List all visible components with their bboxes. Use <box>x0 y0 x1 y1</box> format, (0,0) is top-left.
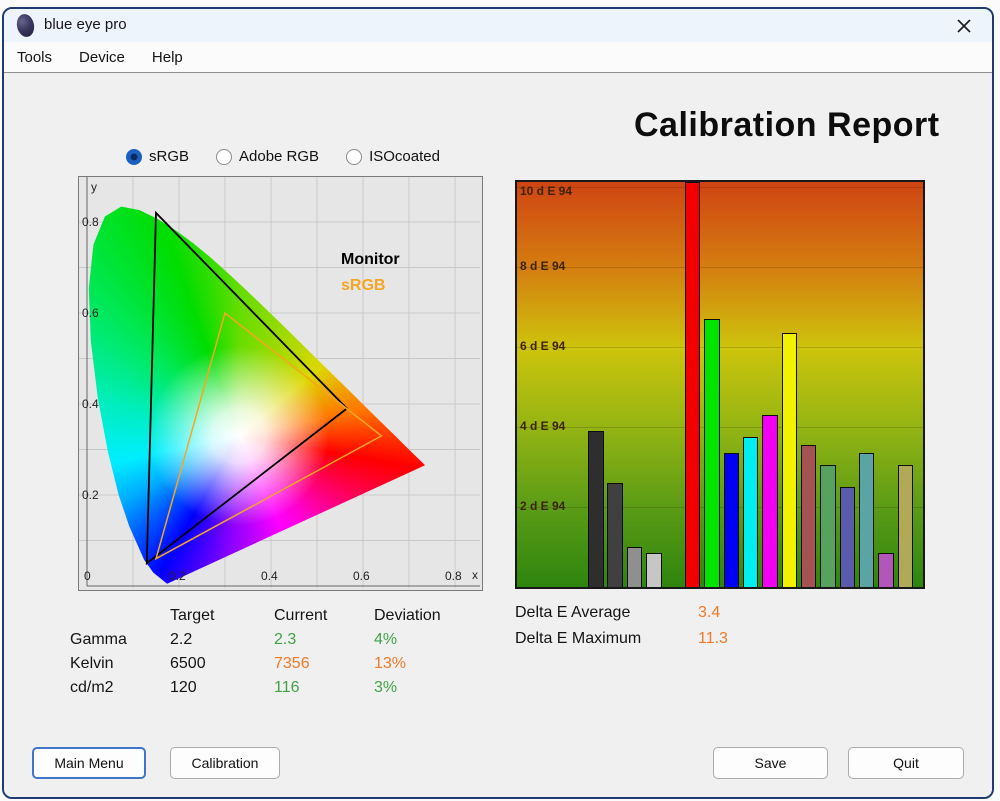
target-value-kelvin: 6500 <box>170 655 206 672</box>
delta-e-bar-3 <box>626 547 643 587</box>
title-bar: blue eye pro <box>4 9 992 42</box>
axis-label-4de: 4 d E 94 <box>520 418 566 433</box>
x-tick-0.4: 0.4 <box>261 569 278 583</box>
content-area: Calibration Report sRGB Adobe RGB ISOcoate… <box>4 72 992 797</box>
calibration-button[interactable]: Calibration <box>170 747 280 779</box>
delta-e-summary: Delta E Average 3.4 Delta E Maximum 11.3 <box>515 600 728 652</box>
app-logo-icon <box>14 12 37 39</box>
deviation-value-kelvin: 13% <box>374 655 407 672</box>
delta-e-bar-11 <box>800 444 817 587</box>
axis-label-2de: 2 d E 94 <box>520 499 566 513</box>
column-header-deviation: Deviation <box>374 607 441 624</box>
delta-e-bar-13 <box>839 487 856 587</box>
target-value-gamma: 2.2 <box>170 631 193 648</box>
axis-label-10de: 10 d E 94 <box>520 184 573 198</box>
y-tick-0.8: 0.8 <box>82 215 99 229</box>
y-tick-0.6: 0.6 <box>82 306 99 320</box>
current-value-gamma: 2.3 <box>274 631 297 648</box>
radio-option-srgb[interactable]: sRGB <box>126 148 189 165</box>
close-button[interactable] <box>952 14 976 38</box>
quit-button[interactable]: Quit <box>848 747 964 779</box>
delta-e-bar-10 <box>781 332 797 587</box>
delta-e-row-delta-e-average: Delta E Average 3.4 <box>515 600 728 626</box>
delta-e-bar-6 <box>704 318 720 587</box>
radio-label-adobe-rgb: Adobe RGB <box>239 148 320 165</box>
app-window: blue eye pro Tools Device Help Calibration… <box>2 7 994 799</box>
delta-e-bar-12 <box>820 464 836 587</box>
legend-monitor: Monitor <box>341 251 400 268</box>
row-label-gamma: Gamma <box>70 631 127 648</box>
main-menu-button[interactable]: Main Menu <box>32 747 146 779</box>
x-tick-0.6: 0.6 <box>353 569 370 583</box>
x-tick-0.2: 0.2 <box>169 569 186 583</box>
delta-e-bar-1 <box>588 430 604 587</box>
radio-option-adobe-rgb[interactable]: Adobe RGB <box>216 148 319 165</box>
delta-e-bar-14 <box>858 452 875 587</box>
delta-e-value: 3.4 <box>698 604 721 621</box>
axis-label-6de: 6 d E 94 <box>520 338 566 353</box>
delta-e-row-delta-e-maximum: Delta E Maximum 11.3 <box>515 626 728 652</box>
delta-e-label: Delta E Maximum <box>515 630 642 647</box>
close-icon <box>957 19 971 33</box>
column-header-current: Current <box>274 607 328 624</box>
gridline-6de <box>517 346 923 348</box>
cie-chromaticity-chart: 0.2 0.4 0.6 0.8 0.2 0.4 0.6 0.8 0 y x Monitor sRGB <box>78 176 483 591</box>
menu-item-device[interactable]: Device <box>79 49 125 66</box>
radio-label-srgb: sRGB <box>149 148 190 165</box>
delta-e-bar-15 <box>878 553 894 587</box>
delta-e-bar-2 <box>607 482 623 587</box>
y-axis-name: y <box>91 180 97 194</box>
calibration-results-table: Target Current Deviation Gamma 2.2 2.3 4% Kelvi… <box>70 604 484 700</box>
deviation-value-cd-m2: 3% <box>374 679 398 696</box>
gamut-triangles <box>145 210 383 566</box>
save-button[interactable]: Save <box>713 747 828 779</box>
menu-bar: Tools Device Help <box>4 42 992 72</box>
axis-label-8de: 8 d E 94 <box>520 258 566 273</box>
gamut-triangle-monitor <box>145 210 349 566</box>
window-title: blue eye pro <box>44 16 127 33</box>
page-title: Calibration Report <box>634 106 940 144</box>
delta-e-bar-chart: 10 d E 94 8 d E 94 6 d E 94 4 d E 94 2 d E 9… <box>515 180 925 589</box>
target-value-cd-m2: 120 <box>170 679 197 696</box>
legend-srgb: sRGB <box>341 277 386 294</box>
x-tick-0.8: 0.8 <box>445 569 462 583</box>
gridline-8de <box>517 266 923 268</box>
radio-label-isocoated: ISOcoated <box>369 148 440 165</box>
delta-e-label: Delta E Average <box>515 604 631 621</box>
radio-option-isocoated[interactable]: ISOcoated <box>346 148 440 165</box>
x-axis-name: x <box>472 568 478 582</box>
delta-e-bar-9 <box>762 414 778 587</box>
current-value-cd-m2: 116 <box>274 679 300 696</box>
current-value-kelvin: 7356 <box>274 655 310 672</box>
radio-unselected-icon <box>346 148 363 165</box>
gridline-4de <box>517 426 923 428</box>
delta-e-bar-5 <box>684 182 701 587</box>
delta-e-value: 11.3 <box>698 630 728 647</box>
table-corner-cell <box>70 604 170 628</box>
delta-e-bar-7 <box>723 452 739 587</box>
profile-radio-group: sRGB Adobe RGB ISOcoated <box>126 148 440 165</box>
deviation-value-gamma: 4% <box>374 631 398 648</box>
y-tick-0.4: 0.4 <box>82 397 99 411</box>
radio-selected-icon <box>126 148 142 165</box>
column-header-target: Target <box>170 607 215 624</box>
delta-e-bar-8 <box>742 436 759 587</box>
delta-e-bar-4 <box>646 553 662 587</box>
menu-item-tools[interactable]: Tools <box>17 49 52 66</box>
row-label-kelvin: Kelvin <box>70 655 114 672</box>
radio-unselected-icon <box>216 148 233 165</box>
y-tick-0.2: 0.2 <box>82 488 99 502</box>
delta-e-bar-16 <box>897 464 914 587</box>
gridline-10de <box>517 186 923 188</box>
menu-item-help[interactable]: Help <box>152 49 183 66</box>
row-label-cd-m2: cd/m2 <box>70 679 114 696</box>
origin-tick: 0 <box>84 569 91 583</box>
gamut-triangle-srgb <box>154 311 383 561</box>
